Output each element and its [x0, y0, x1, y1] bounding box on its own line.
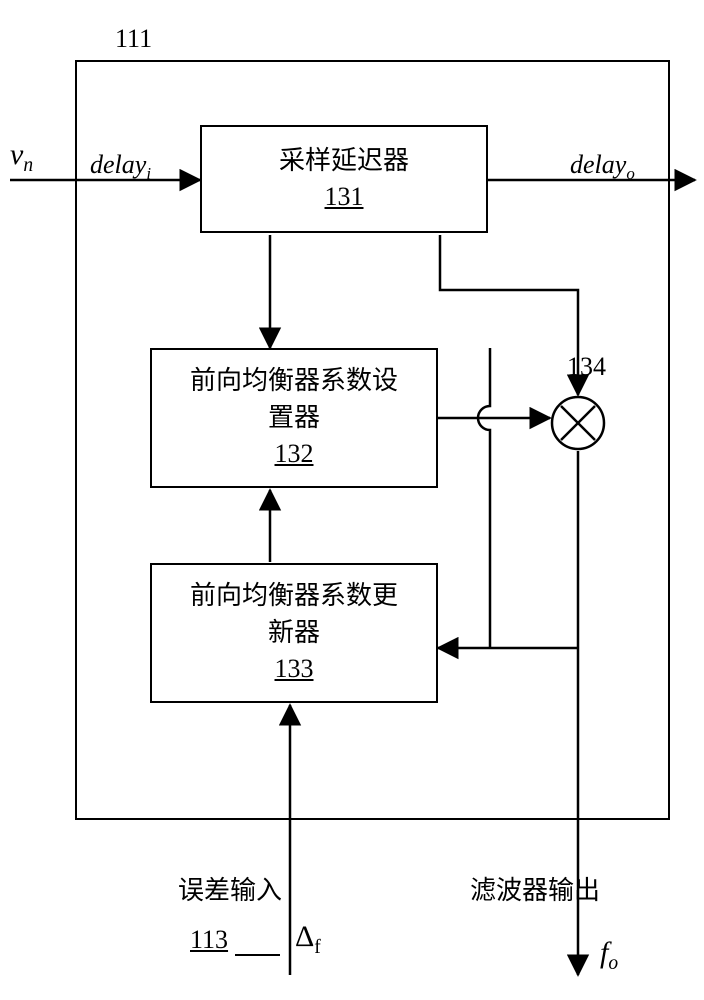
box-coef-setter: 前向均衡器系数设 置器 132 [150, 348, 438, 488]
multiplier-symbol [550, 395, 606, 451]
input-vn-label: vn [10, 138, 33, 177]
box133-line2: 新器 [268, 615, 320, 651]
filter-output-label: 滤波器输出 [470, 870, 600, 907]
outer-ref-label: 111 [115, 24, 152, 54]
box133-ref: 133 [275, 651, 314, 687]
fo-label: fo [600, 936, 618, 975]
box131-ref: 131 [325, 179, 364, 215]
error-input-label: 误差输入 [178, 870, 282, 907]
box132-line1: 前向均衡器系数设 [190, 363, 398, 399]
box-sampling-delay: 采样延迟器 131 [200, 125, 488, 233]
box132-line2: 置器 [268, 400, 320, 436]
mult-ref-label: 134 [567, 352, 606, 382]
ref-113-label: 113 [190, 925, 228, 955]
box132-ref: 132 [275, 436, 314, 472]
delta-f-label: Δf [295, 920, 321, 959]
box131-title: 采样延迟器 [279, 143, 409, 179]
box-coef-updater: 前向均衡器系数更 新器 133 [150, 563, 438, 703]
delay-out-label: delayo [570, 150, 635, 184]
delay-in-label: delayi [90, 150, 151, 184]
box133-line1: 前向均衡器系数更 [190, 578, 398, 614]
